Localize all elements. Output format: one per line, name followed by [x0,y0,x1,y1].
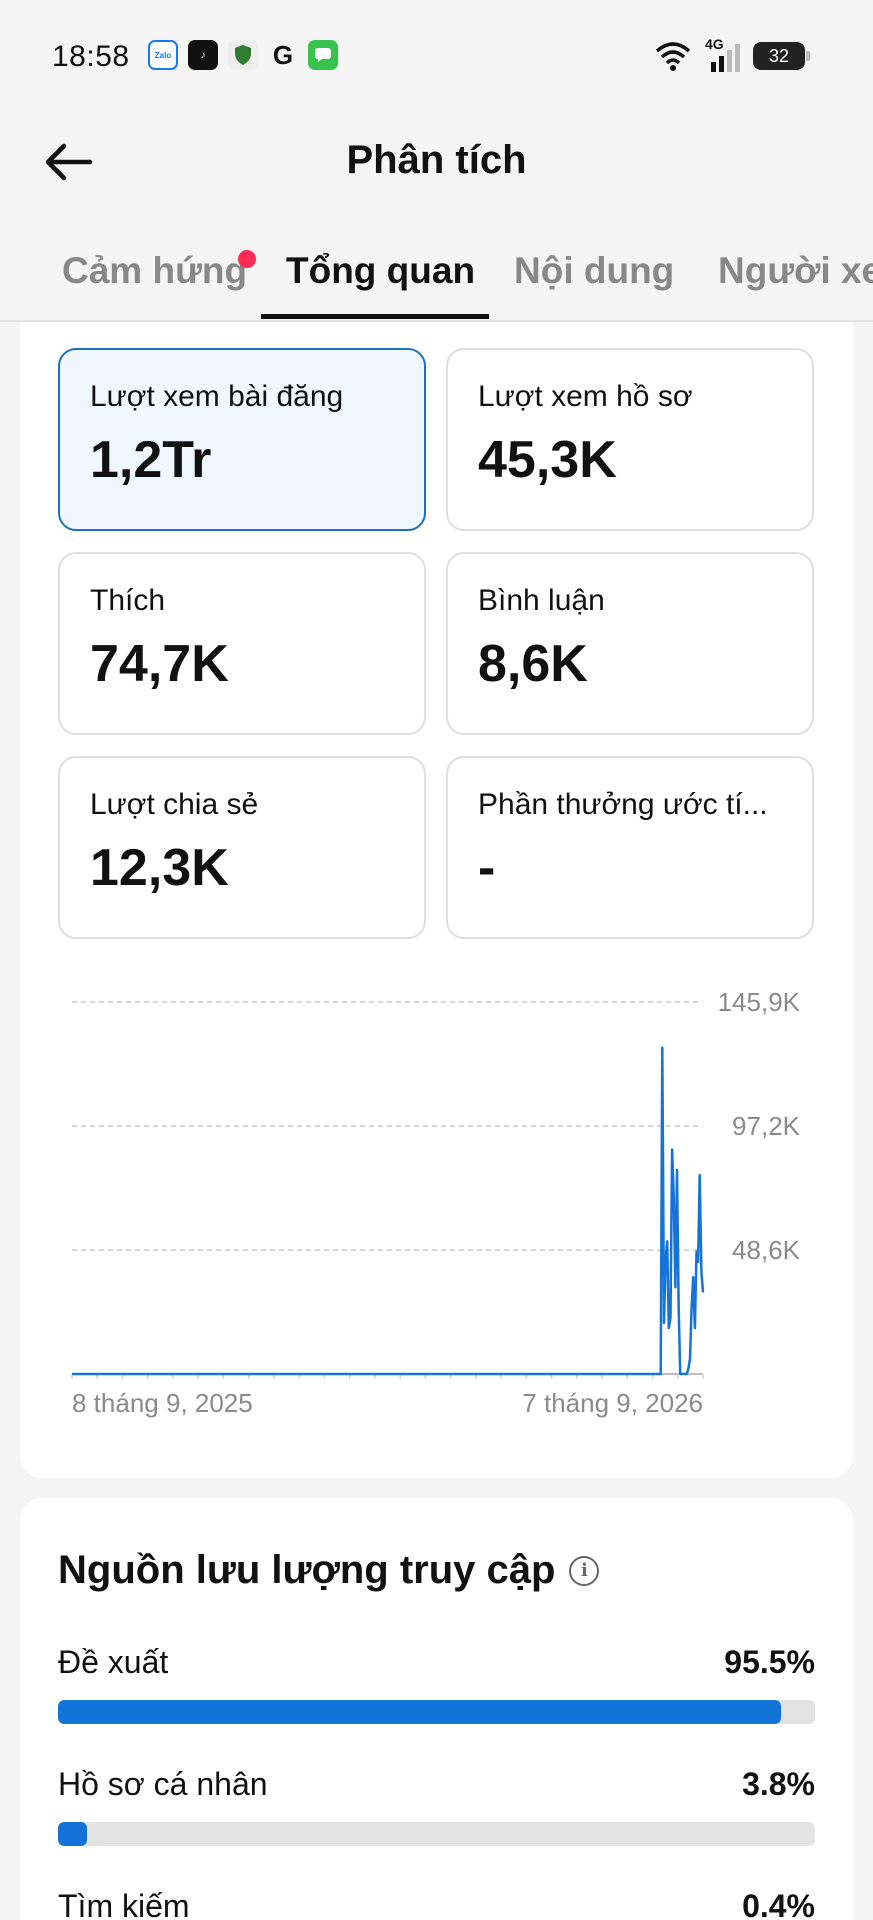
traffic-source-percent: 0.4% [742,1888,815,1920]
traffic-title: Nguồn lưu lượng truy cập i [58,1548,600,1593]
metric-card-post-views[interactable]: Lượt xem bài đăng 1,2Tr [58,348,426,531]
metric-label: Phần thưởng ước tí... [478,788,768,821]
metric-label: Bình luận [478,584,605,617]
header: Phân tích [0,110,873,210]
tab-inspiration[interactable]: Cảm hứng [62,250,247,292]
metric-value: 8,6K [478,635,588,693]
wifi-icon [655,42,691,71]
x-tick-label: 8 tháng 9, 2025 [72,1388,253,1418]
messages-icon [308,40,338,70]
traffic-title-text: Nguồn lưu lượng truy cập [58,1548,556,1592]
metric-value: 1,2Tr [90,431,212,489]
tab-viewers[interactable]: Người xe [718,250,873,292]
signal-icon: 4G [705,36,741,72]
notification-dot [238,250,256,268]
series-line [72,1046,705,1376]
traffic-source-bar-fill [58,1822,87,1846]
metric-label: Lượt xem hồ sơ [478,380,693,413]
metric-label: Lượt chia sẻ [90,788,259,821]
metric-value: 12,3K [90,839,229,897]
y-tick-label: 48,6K [732,1235,801,1265]
metric-card-shares[interactable]: Lượt chia sẻ 12,3K [58,756,426,939]
metric-card-profile-views[interactable]: Lượt xem hồ sơ 45,3K [446,348,814,531]
metric-label: Lượt xem bài đăng [90,380,344,413]
traffic-source-label: Đề xuất [58,1644,169,1680]
traffic-sources-card: Nguồn lưu lượng truy cập i Đề xuất 95.5%… [20,1498,853,1920]
status-bar: 18:58 Zalo ♪ G 4G 32 [0,0,873,110]
y-tick-label: 145,9K [718,987,801,1017]
traffic-source-bar-fill [58,1700,781,1724]
shield-icon [228,40,258,70]
views-line-chart[interactable]: 145,9K 97,2K 48,6K 8 tháng 9, 2025 7 tháng 9… [20,960,853,1430]
notification-icons: Zalo ♪ G [148,40,338,70]
chart-svg: 145,9K 97,2K 48,6K 8 tháng 9, 2025 7 tháng 9… [71,987,801,1418]
metric-card-likes[interactable]: Thích 74,7K [58,552,426,735]
tab-overview[interactable]: Tổng quan [286,250,475,292]
metric-value: - [478,839,496,897]
traffic-source-percent: 3.8% [742,1766,815,1802]
traffic-source-percent: 95.5% [724,1644,815,1680]
status-time: 18:58 [52,40,130,73]
metric-value: 45,3K [478,431,617,489]
metric-label: Thích [90,584,166,617]
zalo-icon: Zalo [148,40,178,70]
metric-card-estimated-rewards[interactable]: Phần thưởng ước tí... - [446,756,814,939]
system-status: 4G 32 [653,36,810,72]
google-icon: G [272,39,294,70]
page-title: Phân tích [346,138,527,182]
traffic-source-bar-track [58,1700,815,1724]
battery-icon: 32 [753,42,810,70]
tab-content[interactable]: Nội dung [514,250,674,292]
y-tick-label: 97,2K [732,1111,801,1141]
traffic-source-label: Hồ sơ cá nhân [58,1766,268,1802]
traffic-source-bar-track [58,1822,815,1846]
active-tab-indicator [261,314,489,319]
info-icon[interactable]: i [569,1555,600,1586]
x-tick-label: 7 tháng 9, 2026 [522,1388,703,1418]
traffic-source-label: Tìm kiếm [58,1888,190,1920]
tiktok-icon: ♪ [188,40,218,70]
tab-bar: Cảm hứng Tổng quan Nội dung Người xe [0,230,873,322]
metric-value: 74,7K [90,635,229,693]
metric-card-comments[interactable]: Bình luận 8,6K [446,552,814,735]
